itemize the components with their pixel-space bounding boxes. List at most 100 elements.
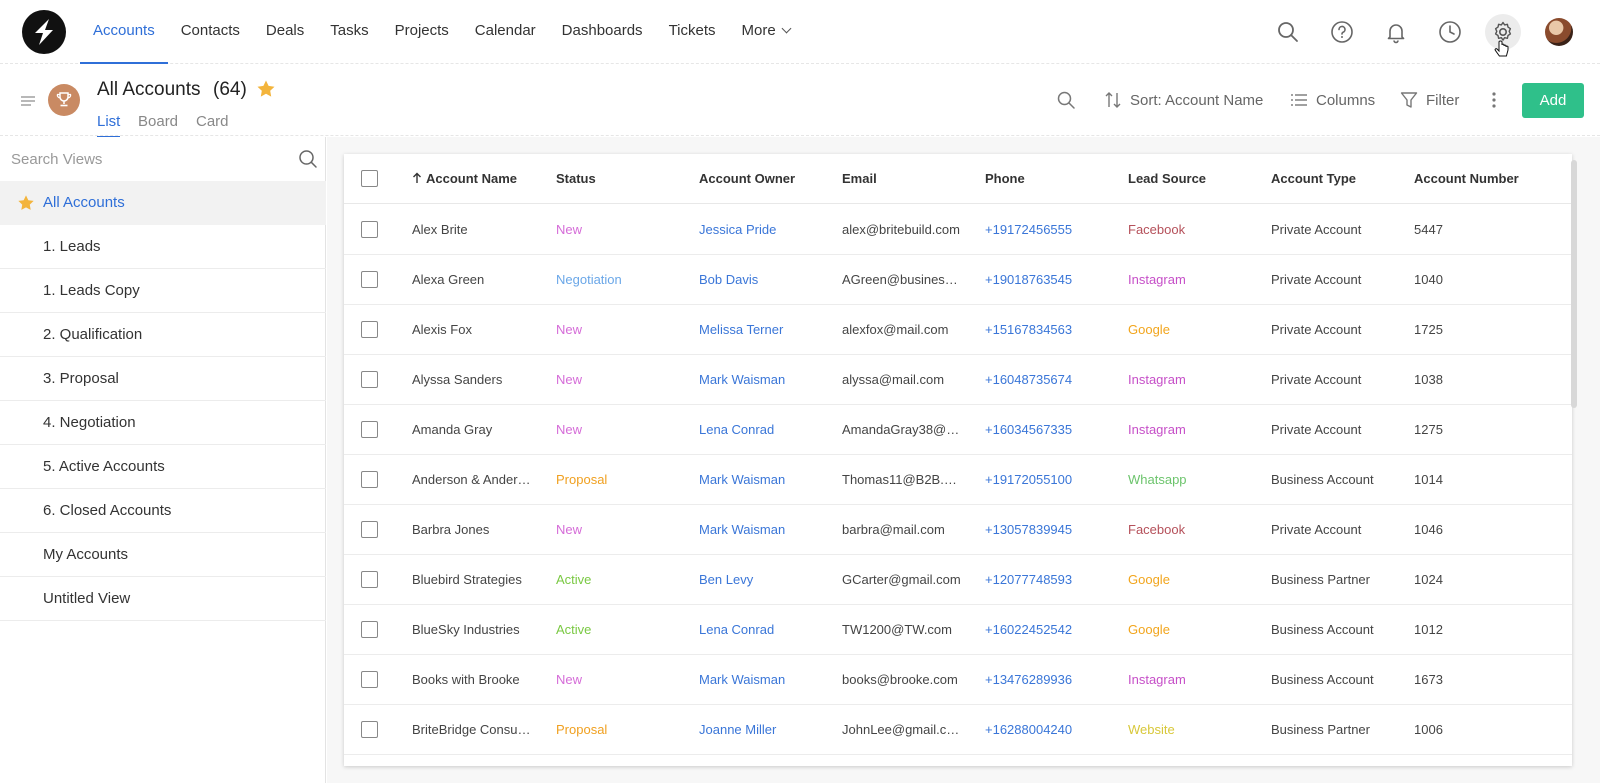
row-checkbox[interactable] [361,671,378,688]
cell-phone[interactable]: +13476289936 [985,672,1115,687]
select-all-checkbox[interactable] [361,170,378,187]
column-header-account-number[interactable]: Account Number [1414,171,1519,186]
column-header-email[interactable]: Email [842,171,877,186]
star-icon[interactable] [256,79,276,99]
search-views-input[interactable] [11,148,281,170]
nav-tab-deals[interactable]: Deals [253,0,317,64]
row-checkbox[interactable] [361,571,378,588]
cell-account-owner[interactable]: Ben Levy [699,572,834,587]
notifications-button[interactable] [1378,14,1414,50]
columns-label: Columns [1316,91,1376,109]
column-header-phone[interactable]: Phone [985,171,1025,186]
table-row[interactable]: Books with Brooke New Mark Waisman books@br… [344,655,1572,705]
row-checkbox[interactable] [361,721,378,738]
cell-account-name: Bluebird Strategies [412,572,522,587]
column-header-account-type[interactable]: Account Type [1271,171,1356,186]
view-item-proposal[interactable]: 3. Proposal [0,357,326,401]
cell-account-owner[interactable]: Mark Waisman [699,672,834,687]
cell-phone[interactable]: +12077748593 [985,572,1115,587]
global-search-button[interactable] [1270,14,1306,50]
cell-account-owner[interactable]: Melissa Terner [699,322,834,337]
view-tab-card[interactable]: Card [196,113,229,136]
table-row[interactable]: BriteBridge Consu… Proposal Joanne Miller J… [344,705,1572,755]
cell-account-type: Private Account [1271,522,1362,537]
cell-account-owner[interactable]: Joanne Miller [699,722,834,737]
cell-account-owner[interactable]: Bob Davis [699,272,834,287]
table-row[interactable]: Anderson & Ander… Proposal Mark Waisman Tho… [344,455,1572,505]
row-checkbox[interactable] [361,321,378,338]
cell-phone[interactable]: +16034567335 [985,422,1115,437]
add-button[interactable]: Add [1522,83,1584,118]
column-header-label: Account Name [426,171,518,186]
app-logo[interactable] [22,10,66,54]
nav-tab-more[interactable]: More [729,0,803,64]
user-avatar[interactable] [1545,18,1573,46]
cell-account-name: Anderson & Ander… [412,472,531,487]
cell-phone[interactable]: +16048735674 [985,372,1115,387]
row-checkbox[interactable] [361,421,378,438]
filter-button[interactable]: Filter [1400,89,1459,111]
cell-phone[interactable]: +15167834563 [985,322,1115,337]
nav-tab-contacts[interactable]: Contacts [168,0,253,64]
cell-account-owner[interactable]: Lena Conrad [699,622,834,637]
row-checkbox[interactable] [361,221,378,238]
nav-tab-dashboards[interactable]: Dashboards [549,0,656,64]
cell-phone[interactable]: +19018763545 [985,272,1115,287]
view-item-all-accounts[interactable]: All Accounts [0,181,326,225]
view-item-untitled-view[interactable]: Untitled View [0,577,326,621]
table-row[interactable]: Bluebird Strategies Active Ben Levy GCarter… [344,555,1572,605]
cell-account-owner[interactable]: Jessica Pride [699,222,834,237]
table-row[interactable]: Barbra Jones New Mark Waisman barbra@mail.c… [344,505,1572,555]
column-header-status[interactable]: Status [556,171,596,186]
table-row[interactable]: Alyssa Sanders New Mark Waisman alyssa@mail… [344,355,1572,405]
table-row[interactable]: Alex Brite New Jessica Pride alex@britebuil… [344,205,1572,255]
cell-phone[interactable]: +19172055100 [985,472,1115,487]
nav-tab-tickets[interactable]: Tickets [656,0,729,64]
table-row[interactable]: Amanda Gray New Lena Conrad AmandaGray38@… +… [344,405,1572,455]
table-scrollbar[interactable] [1571,160,1577,408]
table-row[interactable]: Alexis Fox New Melissa Terner alexfox@mail.… [344,305,1572,355]
cell-email: AmandaGray38@… [842,422,960,437]
view-item-qualification[interactable]: 2. Qualification [0,313,326,357]
view-item-my-accounts[interactable]: My Accounts [0,533,326,577]
search-icon[interactable] [298,149,318,169]
view-item-leads-copy[interactable]: 1. Leads Copy [0,269,326,313]
cell-account-number: 1040 [1414,272,1443,287]
row-checkbox[interactable] [361,371,378,388]
more-options-button[interactable] [1491,89,1505,111]
view-item-active-accounts[interactable]: 5. Active Accounts [0,445,326,489]
column-header-account-owner[interactable]: Account Owner [699,171,795,186]
list-search-button[interactable] [1056,89,1084,111]
help-button[interactable] [1324,14,1360,50]
column-header-lead-source[interactable]: Lead Source [1128,171,1206,186]
cell-phone[interactable]: +16288004240 [985,722,1115,737]
view-item-closed-accounts[interactable]: 6. Closed Accounts [0,489,326,533]
cell-phone[interactable]: +19172456555 [985,222,1115,237]
table-row[interactable]: BlueSky Industries Active Lena Conrad TW120… [344,605,1572,655]
cell-account-owner[interactable]: Mark Waisman [699,472,834,487]
view-tab-board[interactable]: Board [138,113,178,136]
cell-account-owner[interactable]: Mark Waisman [699,522,834,537]
view-item-negotiation[interactable]: 4. Negotiation [0,401,326,445]
nav-tab-calendar[interactable]: Calendar [462,0,549,64]
cell-phone[interactable]: +16022452542 [985,622,1115,637]
cell-account-owner[interactable]: Mark Waisman [699,372,834,387]
cell-phone[interactable]: +13057839945 [985,522,1115,537]
nav-tab-projects[interactable]: Projects [382,0,462,64]
nav-tab-tasks[interactable]: Tasks [317,0,381,64]
table-row[interactable]: Alexa Green Negotiation Bob Davis AGreen@bu… [344,255,1572,305]
row-checkbox[interactable] [361,471,378,488]
row-checkbox[interactable] [361,621,378,638]
row-checkbox[interactable] [361,521,378,538]
recent-activity-button[interactable] [1432,14,1468,50]
row-checkbox[interactable] [361,271,378,288]
cell-account-name: Alex Brite [412,222,468,237]
cell-account-owner[interactable]: Lena Conrad [699,422,834,437]
column-header-account-name[interactable]: Account Name [412,171,517,186]
sort-button[interactable]: Sort: Account Name [1104,89,1263,111]
columns-button[interactable]: Columns [1290,89,1375,111]
menu-icon[interactable] [20,95,36,107]
view-tab-list[interactable]: List [97,113,121,138]
nav-tab-accounts[interactable]: Accounts [80,0,168,64]
view-item-leads[interactable]: 1. Leads [0,225,326,269]
